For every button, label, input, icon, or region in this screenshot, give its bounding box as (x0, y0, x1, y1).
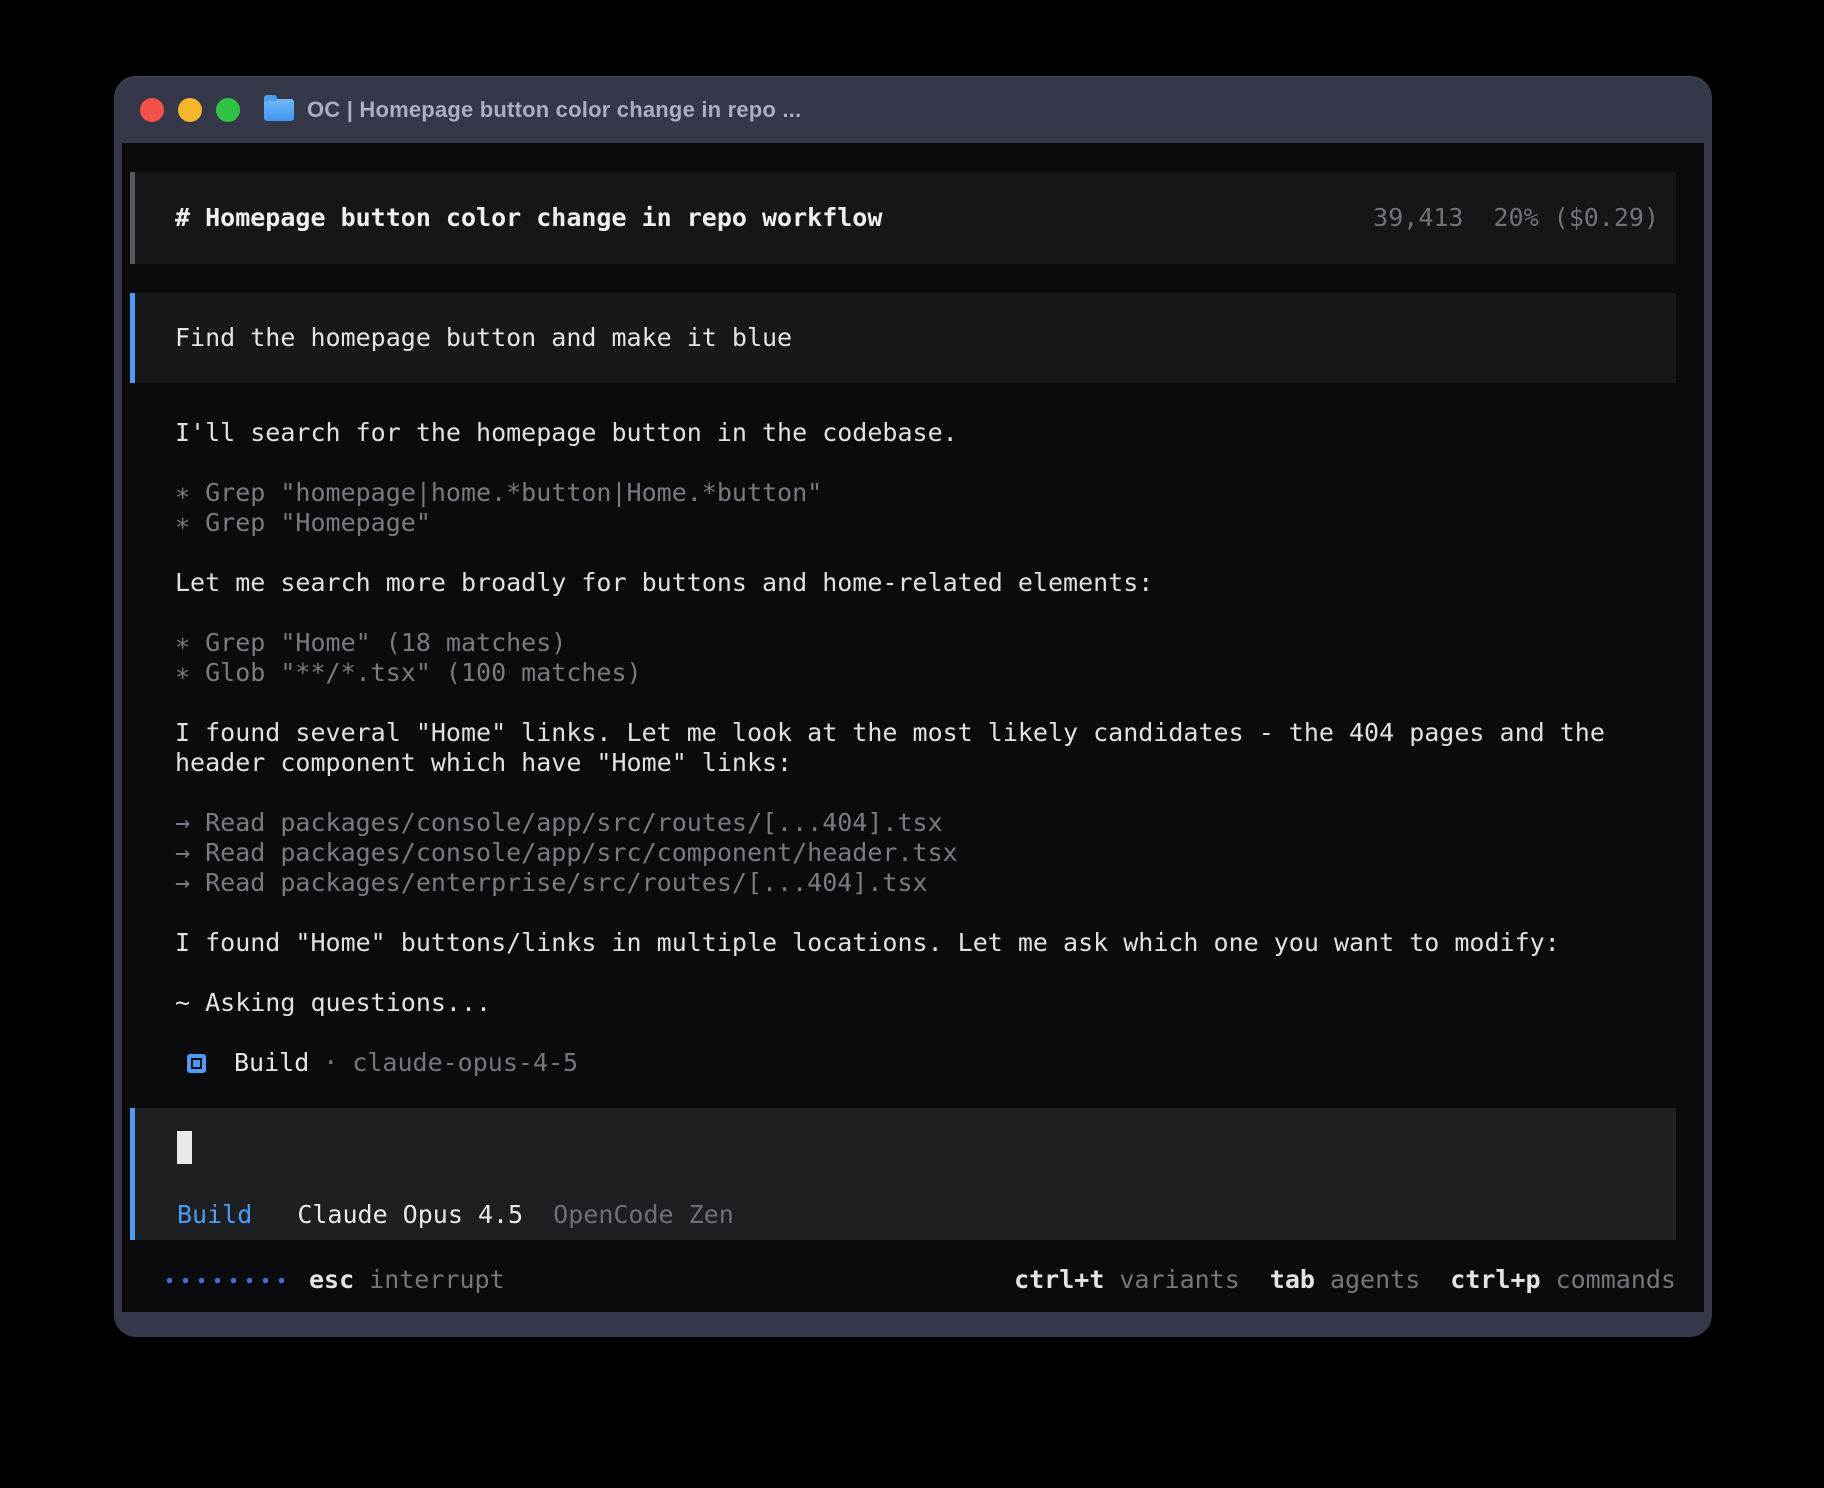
spinner-dots-icon (167, 1278, 284, 1283)
folder-icon (264, 99, 294, 121)
transcript-line: I'll search for the homepage button in t… (175, 418, 1676, 448)
transcript-line: ∗ Grep "Home" (18 matches) (175, 628, 1676, 658)
transcript-line: ~ Asking questions... (175, 988, 1676, 1018)
transcript-paragraph: I'll search for the homepage button in t… (175, 418, 1676, 448)
statusbar-right: ctrl+t variants tab agents ctrl+p commands (1014, 1265, 1676, 1295)
agent-model: claude-opus-4-5 (352, 1048, 578, 1078)
session-title: # Homepage button color change in repo w… (175, 203, 882, 233)
agent-mode-label[interactable]: Build (177, 1200, 252, 1229)
esc-key-label: esc (309, 1265, 354, 1294)
transcript-paragraph: ∗ Grep "Home" (18 matches) ∗ Glob "**/*.… (175, 628, 1676, 688)
minimize-window-button[interactable] (178, 98, 202, 122)
transcript-line: I found "Home" buttons/links in multiple… (175, 928, 1676, 958)
transcript-line: → Read packages/console/app/src/routes/[… (175, 808, 1676, 838)
prompt-input[interactable]: Build Claude Opus 4.5 OpenCode Zen (130, 1108, 1676, 1240)
terminal-content: # Homepage button color change in repo w… (122, 143, 1704, 1312)
shortcut-key-label: ctrl+p (1450, 1265, 1540, 1294)
window-title: OC | Homepage button color change in rep… (307, 97, 801, 123)
window-titlebar[interactable]: OC | Homepage button color change in rep… (114, 76, 1712, 143)
transcript-line: ∗ Glob "**/*.tsx" (100 matches) (175, 658, 1676, 688)
status-bar: esc interrupt ctrl+t variants tab agents ct… (130, 1265, 1676, 1295)
agent-status-line: Build · claude-opus-4-5 (187, 1048, 1676, 1078)
transcript-line: Let me search more broadly for buttons a… (175, 568, 1676, 598)
agent-separator: · (323, 1048, 338, 1078)
transcript-paragraph: I found several "Home" links. Let me loo… (175, 718, 1676, 778)
statusbar-hint: ctrl+p commands (1450, 1265, 1676, 1295)
transcript-paragraph: ~ Asking questions... (175, 988, 1676, 1018)
statusbar-hint: ctrl+t variants (1014, 1265, 1240, 1295)
token-count: 39,413 (1373, 203, 1463, 232)
shortcut-key-label: ctrl+t (1014, 1265, 1104, 1294)
interrupt-label: interrupt (369, 1265, 504, 1294)
transcript-paragraph: Let me search more broadly for buttons a… (175, 568, 1676, 598)
assistant-transcript: I'll search for the homepage button in t… (175, 418, 1676, 1018)
interrupt-hint: esc interrupt (309, 1265, 505, 1295)
zoom-window-button[interactable] (216, 98, 240, 122)
transcript-line: → Read packages/enterprise/src/routes/[.… (175, 868, 1676, 898)
shortcut-action-label: variants (1119, 1265, 1239, 1294)
transcript-line: ∗ Grep "Homepage" (175, 508, 1676, 538)
input-meta-row: Build Claude Opus 4.5 OpenCode Zen (177, 1200, 1636, 1230)
transcript-paragraph: → Read packages/console/app/src/routes/[… (175, 808, 1676, 898)
shortcut-action-label: commands (1556, 1265, 1676, 1294)
provider-label: OpenCode Zen (553, 1200, 734, 1229)
session-header: # Homepage button color change in repo w… (130, 172, 1676, 264)
statusbar-left: esc interrupt (167, 1265, 505, 1295)
transcript-line: I found several "Home" links. Let me loo… (175, 718, 1676, 778)
context-percent: 20% (1493, 203, 1538, 232)
session-cost: ($0.29) (1554, 203, 1659, 232)
transcript-line: ∗ Grep "homepage|home.*button|Home.*butt… (175, 478, 1676, 508)
build-agent-icon (187, 1054, 206, 1073)
statusbar-hint: tab agents (1270, 1265, 1420, 1295)
session-stats: 39,413 20% ($0.29) (1373, 203, 1659, 233)
agent-name: Build (234, 1048, 309, 1078)
text-cursor[interactable] (177, 1131, 192, 1164)
shortcut-key-label: tab (1270, 1265, 1315, 1294)
close-window-button[interactable] (140, 98, 164, 122)
transcript-paragraph: I found "Home" buttons/links in multiple… (175, 928, 1676, 958)
model-label[interactable]: Claude Opus 4.5 (297, 1200, 523, 1229)
transcript-line: → Read packages/console/app/src/componen… (175, 838, 1676, 868)
transcript-paragraph: ∗ Grep "homepage|home.*button|Home.*butt… (175, 478, 1676, 538)
terminal-window: OC | Homepage button color change in rep… (114, 76, 1712, 1337)
user-message-text: Find the homepage button and make it blu… (175, 323, 792, 352)
shortcut-action-label: agents (1330, 1265, 1420, 1294)
user-message: Find the homepage button and make it blu… (130, 293, 1676, 383)
